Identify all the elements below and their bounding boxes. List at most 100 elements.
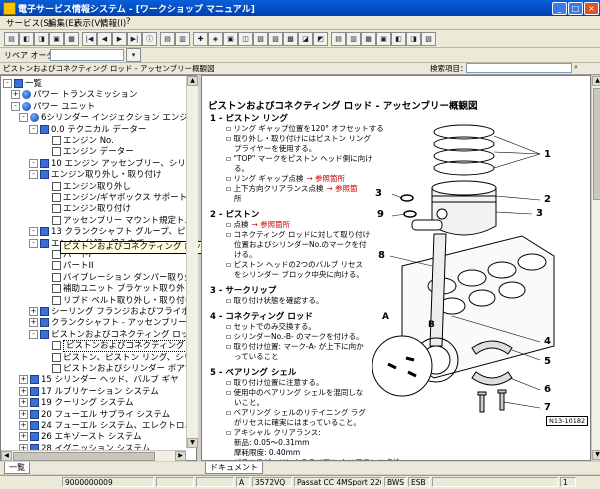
toolbar-button-15[interactable]: ◫ [238, 32, 253, 46]
toolbar-button-17[interactable]: ▨ [268, 32, 283, 46]
collapse-icon[interactable]: - [3, 79, 12, 88]
toolbar-button-24[interactable]: ▣ [376, 32, 391, 46]
tree-node[interactable]: - 一覧 [3, 78, 42, 90]
toolbar-button-13[interactable]: ◈ [208, 32, 223, 46]
collapse-icon[interactable]: - [29, 170, 38, 180]
toolbar-button-20[interactable]: ◩ [313, 32, 328, 46]
tree-node[interactable]: リブド ベルト取り外し・取り付け [41, 295, 193, 307]
expand-icon[interactable]: + [29, 318, 38, 328]
tree-node[interactable]: エンジン No. [41, 135, 114, 147]
toolbar-button-16[interactable]: ▧ [253, 32, 268, 46]
toolbar-button-14[interactable]: ▣ [223, 32, 238, 46]
toolbar-button-11[interactable]: ▥ [175, 32, 190, 46]
collapse-icon[interactable]: - [29, 124, 38, 134]
expand-icon[interactable]: + [11, 90, 20, 100]
tree-node[interactable]: - 13 クランクシャフト グループ、ピストン [29, 226, 196, 238]
menu-service[interactable]: サービス(S) [6, 17, 52, 29]
toolbar-button-27[interactable]: ▧ [421, 32, 436, 46]
scroll-right-arrow[interactable]: ▶ [175, 451, 186, 461]
minimize-button[interactable]: _ [552, 2, 567, 15]
tab-document[interactable]: ドキュメント [205, 462, 263, 474]
toolbar-button-23[interactable]: ▦ [361, 32, 376, 46]
toolbar-button-25[interactable]: ◧ [391, 32, 406, 46]
tree-node[interactable]: - 6シリンダー インジェクション エンジン (ダイレクト イ [19, 112, 196, 124]
collapse-icon[interactable]: - [29, 329, 38, 339]
tree-node[interactable]: - エンジン取り外し・取り付け [29, 169, 162, 181]
toolbar-button-22[interactable]: ▥ [346, 32, 361, 46]
tree-node[interactable]: +17 ルブリケーション システム [19, 386, 159, 398]
info-icon[interactable]: ⓘ [142, 32, 157, 46]
tree-node[interactable]: ピストンおよびコネクティング ロッド - アッセンブリー概観図 [41, 340, 196, 353]
tree-node[interactable]: ピストンおよびシリンダー ボア寸法 [41, 363, 196, 375]
toolbar-button-5[interactable]: ▦ [64, 32, 79, 46]
tree-node[interactable]: + パワー トランスミッション [11, 89, 138, 101]
tree-node[interactable]: ピストン、ピストン リング、シリンダー ボア [41, 352, 196, 364]
tree-node[interactable]: +26 エキゾースト システム [19, 431, 142, 443]
first-page-icon[interactable]: |◀ [82, 32, 97, 46]
tree-horizontal-scrollbar[interactable]: ◀ ▶ [1, 450, 186, 461]
toolbar-button-4[interactable]: ▣ [49, 32, 64, 46]
tree-node[interactable]: エンジン取り外し [41, 181, 131, 193]
tree-node[interactable]: バイブレーション ダンパー取り外し・取り付け [41, 272, 196, 284]
toolbar-button-10[interactable]: ▤ [160, 32, 175, 46]
tree-node[interactable]: - 10 エンジン アッセンブリー、シリンダー、シリンダ [29, 158, 196, 170]
tree-node[interactable]: - パワー ユニット [11, 101, 95, 113]
scroll-down-arrow[interactable]: ▼ [187, 438, 198, 448]
close-button[interactable]: × [584, 2, 599, 15]
collapse-icon[interactable]: - [11, 101, 20, 111]
maximize-button[interactable]: □ [568, 2, 583, 15]
tree-node[interactable]: アッセンブリー マウント規定トルク [41, 215, 196, 227]
reference-link[interactable]: → 参照箇所 [306, 174, 345, 183]
tree-hscroll-thumb[interactable] [13, 452, 155, 461]
collapse-icon[interactable]: - [29, 227, 38, 237]
last-page-icon[interactable]: ▶| [127, 32, 142, 46]
toolbar-button-1[interactable]: ▤ [4, 32, 19, 46]
tree-node[interactable]: + クランクシャフト - アッセンブリー概観図 [29, 317, 196, 329]
expand-icon[interactable]: + [19, 432, 28, 442]
tree-node[interactable]: エンジン/ギヤボックス サポート VAS6095 [41, 192, 196, 204]
tree-node[interactable]: パートII [41, 260, 94, 272]
reference-link[interactable]: → 参照箇 [326, 184, 357, 193]
tree-node[interactable]: エンジン取り付け [41, 203, 131, 215]
tree-node[interactable]: + シーリング フランジおよびフライホイール/ドラ [29, 306, 196, 318]
search-icon[interactable]: ⌕ [574, 63, 578, 72]
tree-node[interactable]: +19 クーリング システム [19, 397, 133, 409]
scroll-left-arrow[interactable]: ◀ [1, 451, 12, 461]
tree-node[interactable]: - ピストンおよびコネクティング ロッド [29, 329, 196, 341]
toolbar-button-2[interactable]: ◧ [19, 32, 34, 46]
expand-icon[interactable]: + [19, 409, 28, 419]
expand-icon[interactable]: + [19, 398, 28, 408]
expand-icon[interactable]: + [19, 375, 28, 385]
expand-icon[interactable]: + [29, 307, 38, 316]
search-input[interactable] [466, 63, 572, 73]
toolbar-button-3[interactable]: ◨ [34, 32, 49, 46]
collapse-icon[interactable]: - [29, 238, 38, 248]
order-dropdown-icon[interactable]: ▾ [126, 48, 141, 62]
toolbar-button-12[interactable]: ✚ [193, 32, 208, 46]
reference-link[interactable]: → 参照箇所 [251, 220, 290, 229]
menu-help[interactable]: ? [126, 17, 131, 27]
doc-scroll-up-arrow[interactable]: ▲ [592, 76, 600, 86]
document-vertical-scrollbar[interactable]: ▲ ▼ [591, 76, 600, 460]
menu-edit[interactable]: 編集(E) [48, 17, 77, 29]
next-page-icon[interactable]: ▶ [112, 32, 127, 46]
collapse-icon[interactable]: - [19, 113, 28, 123]
expand-icon[interactable]: + [19, 421, 28, 430]
menu-info[interactable]: 情報(I) [100, 17, 126, 29]
toolbar-button-19[interactable]: ◪ [298, 32, 313, 46]
tree-node[interactable]: - 0.0 テクニカル データー [29, 124, 146, 136]
tree-node[interactable]: +15 シリンダー ヘッド、バルブ ギヤ [19, 374, 179, 386]
prev-page-icon[interactable]: ◀ [97, 32, 112, 46]
toolbar-button-21[interactable]: ▤ [331, 32, 346, 46]
tree-node[interactable]: エンジン データー [41, 146, 134, 158]
tree-node[interactable]: 補助ユニット ブラケット取り外し・取り付け [41, 283, 196, 295]
tab-contents[interactable]: 一覧 [4, 462, 30, 474]
tree-node[interactable]: +24 フューエル システム、エレクトロニック インジ [19, 420, 196, 432]
scroll-up-arrow[interactable]: ▲ [187, 76, 198, 86]
expand-icon[interactable]: + [19, 386, 28, 396]
tree-vertical-scrollbar[interactable]: ▲ ▼ [186, 76, 198, 448]
document-scroll-thumb[interactable] [593, 88, 600, 200]
doc-scroll-down-arrow[interactable]: ▼ [592, 450, 600, 460]
order-number-field[interactable] [50, 49, 124, 61]
toolbar-button-26[interactable]: ◨ [406, 32, 421, 46]
